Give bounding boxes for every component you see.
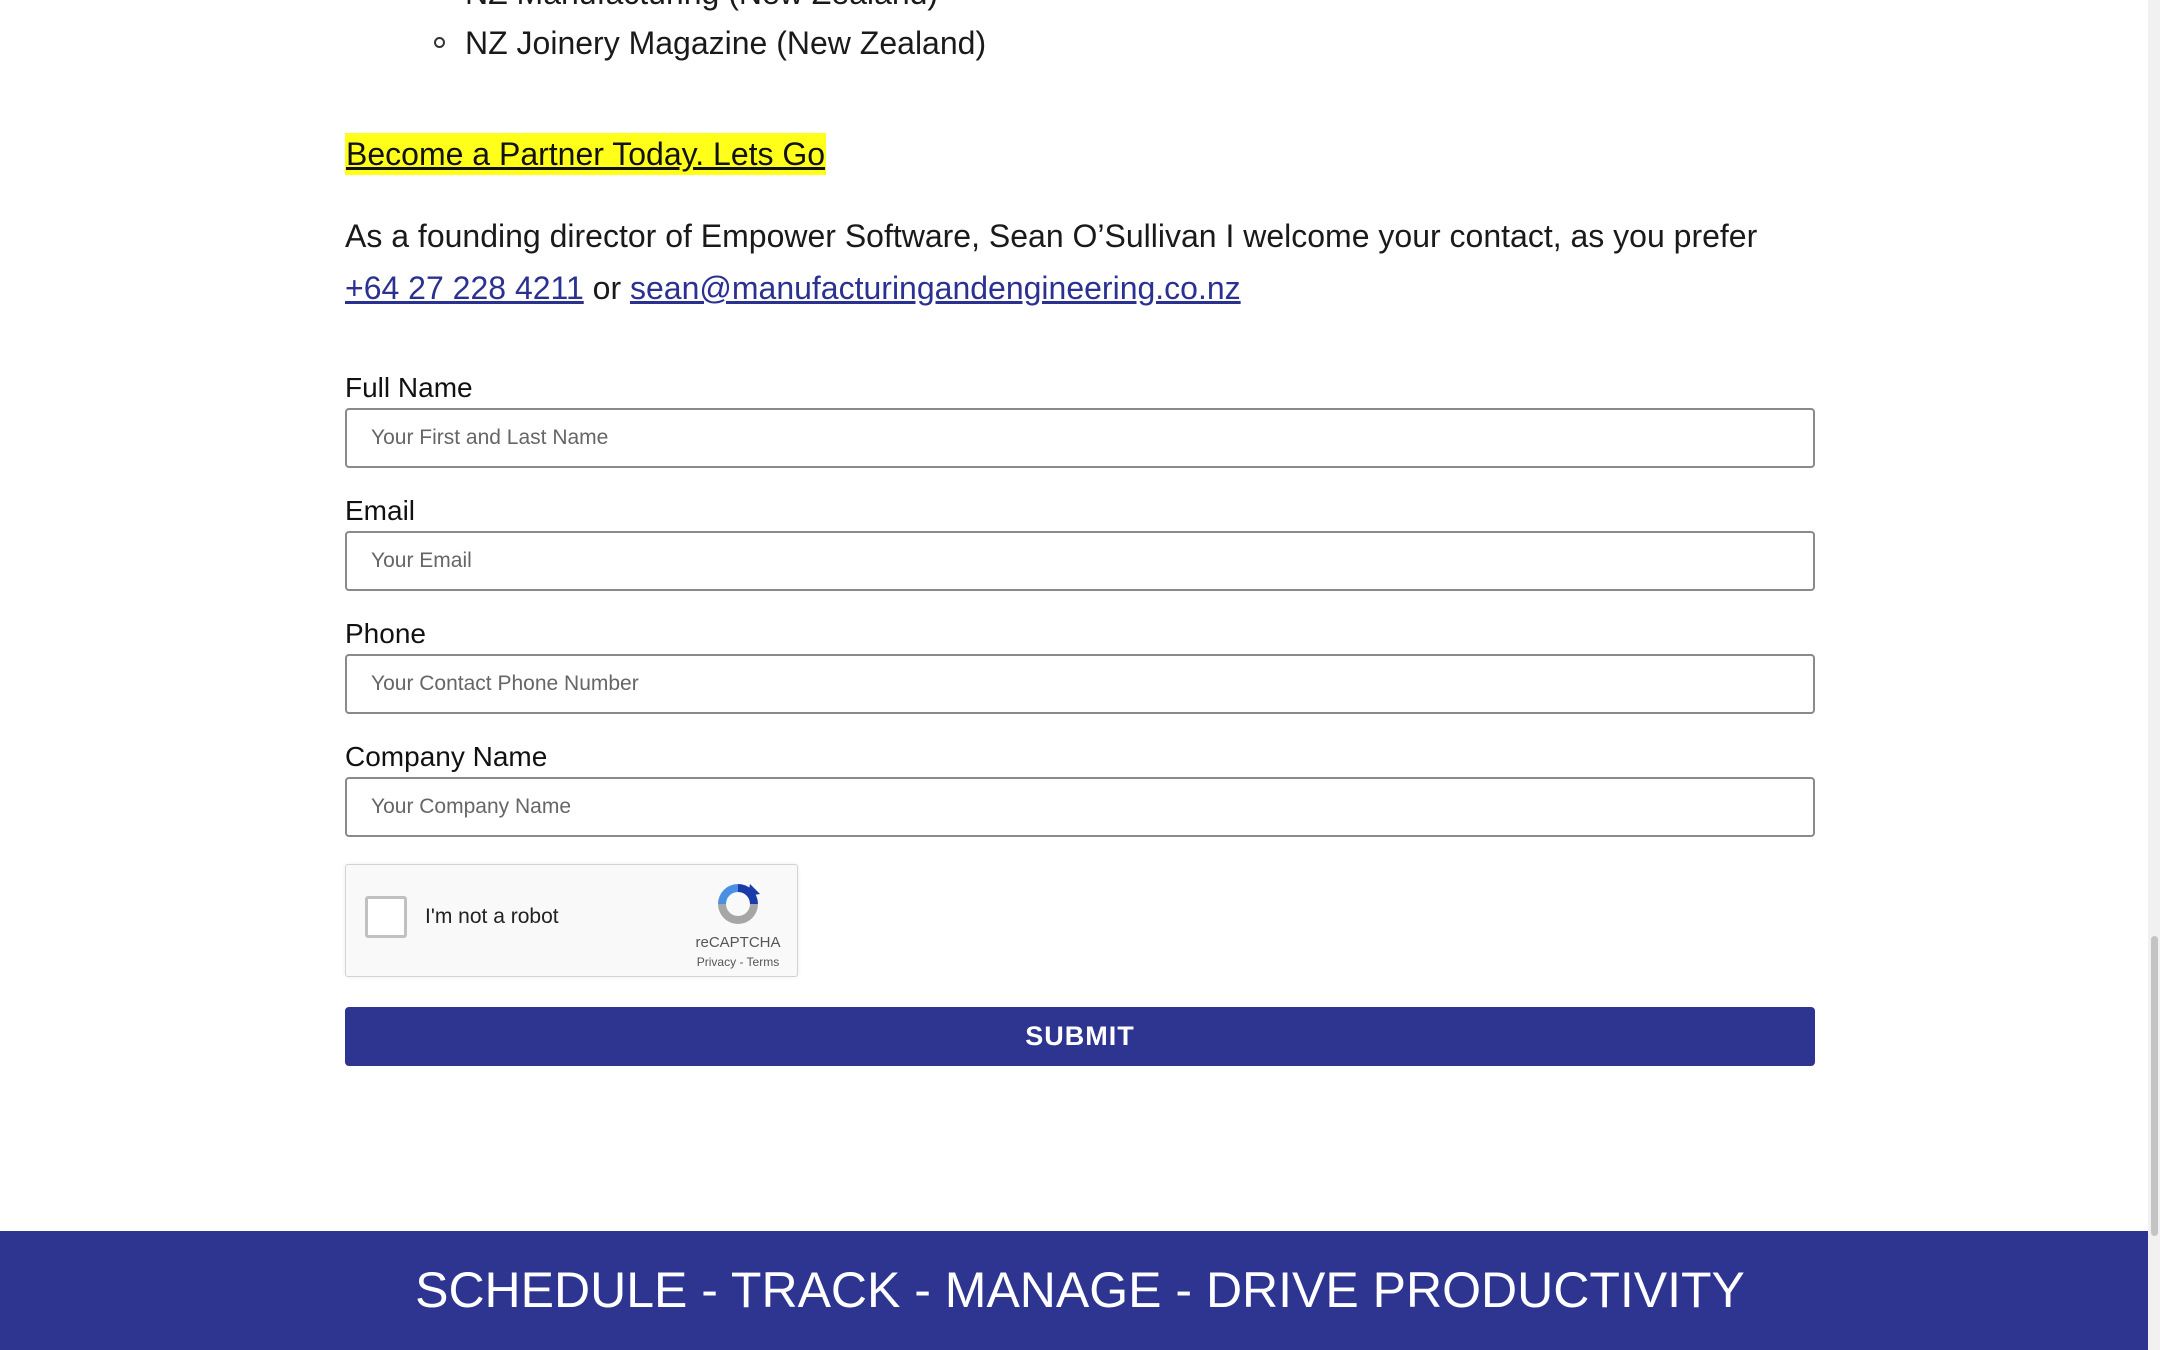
intro-text: As a founding director of Empower Softwa… [345, 218, 1758, 254]
footer-banner: SCHEDULE - TRACK - MANAGE - DRIVE PRODUC… [0, 1231, 2160, 1350]
recaptcha-brand: reCAPTCHA [695, 934, 781, 951]
full-name-label: Full Name [345, 372, 473, 403]
phone-label: Phone [345, 618, 426, 649]
phone-link[interactable]: +64 27 228 4211 [345, 270, 584, 306]
email-label: Email [345, 495, 416, 526]
phone-field-group: Phone [345, 614, 1815, 714]
list-item: NZ Manufacturing (New Zealand) [345, 0, 986, 18]
footer-tagline: SCHEDULE - TRACK - MANAGE - DRIVE PRODUC… [415, 1262, 1745, 1318]
company-field-group: Company Name [345, 737, 1815, 837]
intro-paragraph: As a founding director of Empower Softwa… [345, 210, 1815, 314]
recaptcha-checkbox[interactable] [365, 896, 407, 938]
page-scrollbar[interactable] [2148, 0, 2160, 1350]
email-link[interactable]: sean@manufacturingandengineering.co.nz [630, 270, 1241, 306]
list-item-label: NZ Manufacturing (New Zealand) [465, 0, 938, 11]
page: NZ Manufacturing (New Zealand) NZ Joiner… [0, 0, 2160, 1350]
full-name-field-group: Full Name [345, 368, 1815, 468]
recaptcha-widget: I'm not a robot reCAPTCHA Privacy - Term… [345, 864, 798, 977]
become-partner-link[interactable]: Become a Partner Today. Lets Go [345, 133, 827, 175]
list-item: NZ Joinery Magazine (New Zealand) [345, 18, 986, 68]
scrollbar-thumb[interactable] [2151, 936, 2158, 1236]
hollow-circle-bullet-icon [434, 37, 445, 48]
list-item-label: NZ Joinery Magazine (New Zealand) [465, 25, 987, 61]
recaptcha-label: I'm not a robot [425, 905, 559, 928]
submit-button[interactable]: SUBMIT [345, 1007, 1815, 1066]
intro-joiner: or [592, 270, 622, 306]
company-name-label: Company Name [345, 741, 548, 772]
recaptcha-terms-link[interactable]: Privacy - Terms [658, 955, 818, 969]
phone-input[interactable] [345, 654, 1815, 714]
contact-form: Full Name Email Phone Company Name I'm n… [345, 368, 1815, 1066]
recaptcha-logo-icon [718, 884, 760, 924]
email-field-group: Email [345, 491, 1815, 591]
email-input[interactable] [345, 531, 1815, 591]
full-name-input[interactable] [345, 408, 1815, 468]
company-name-input[interactable] [345, 777, 1815, 837]
outlets-list: NZ Manufacturing (New Zealand) NZ Joiner… [345, 0, 986, 68]
